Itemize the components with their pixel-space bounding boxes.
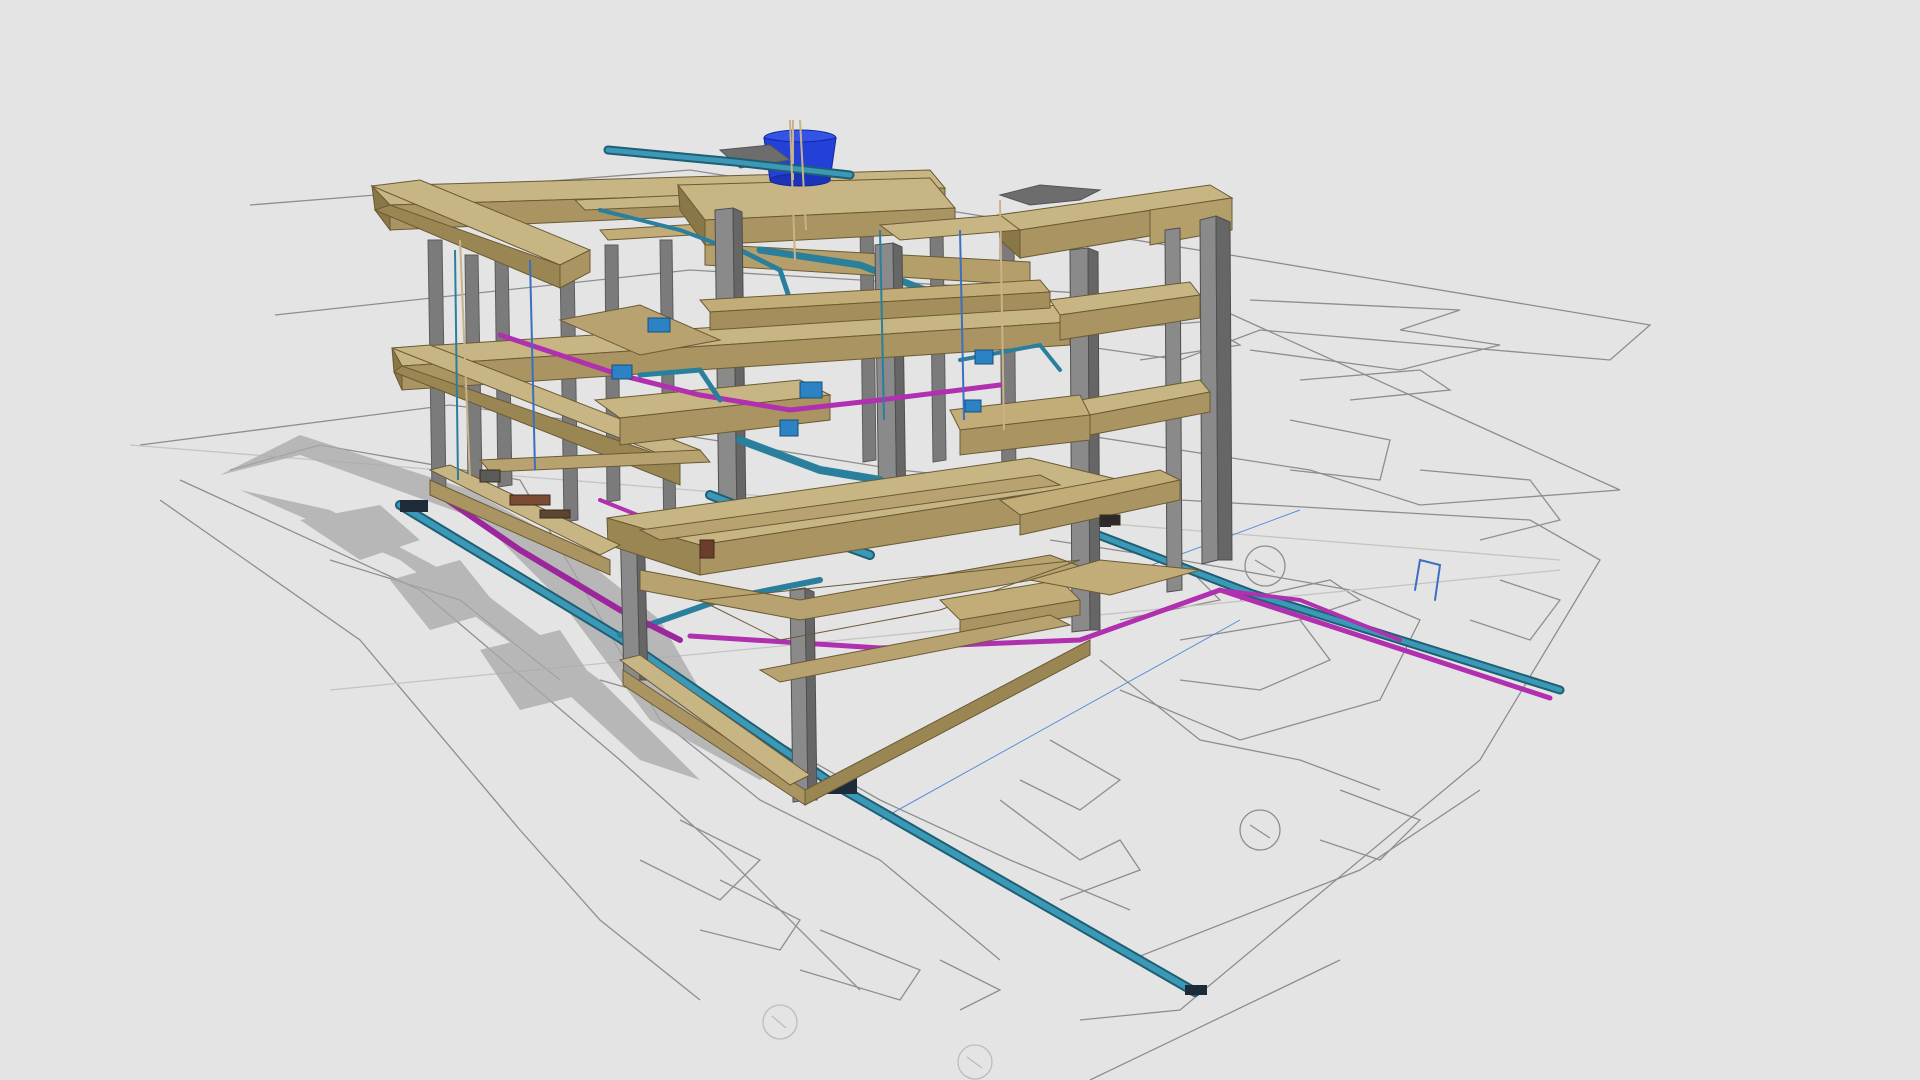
- model-viewport[interactable]: [0, 0, 1920, 1080]
- building-structure: [370, 119, 1234, 806]
- roof-slab-right: [998, 184, 1102, 206]
- bim-model-canvas[interactable]: [0, 0, 1920, 1080]
